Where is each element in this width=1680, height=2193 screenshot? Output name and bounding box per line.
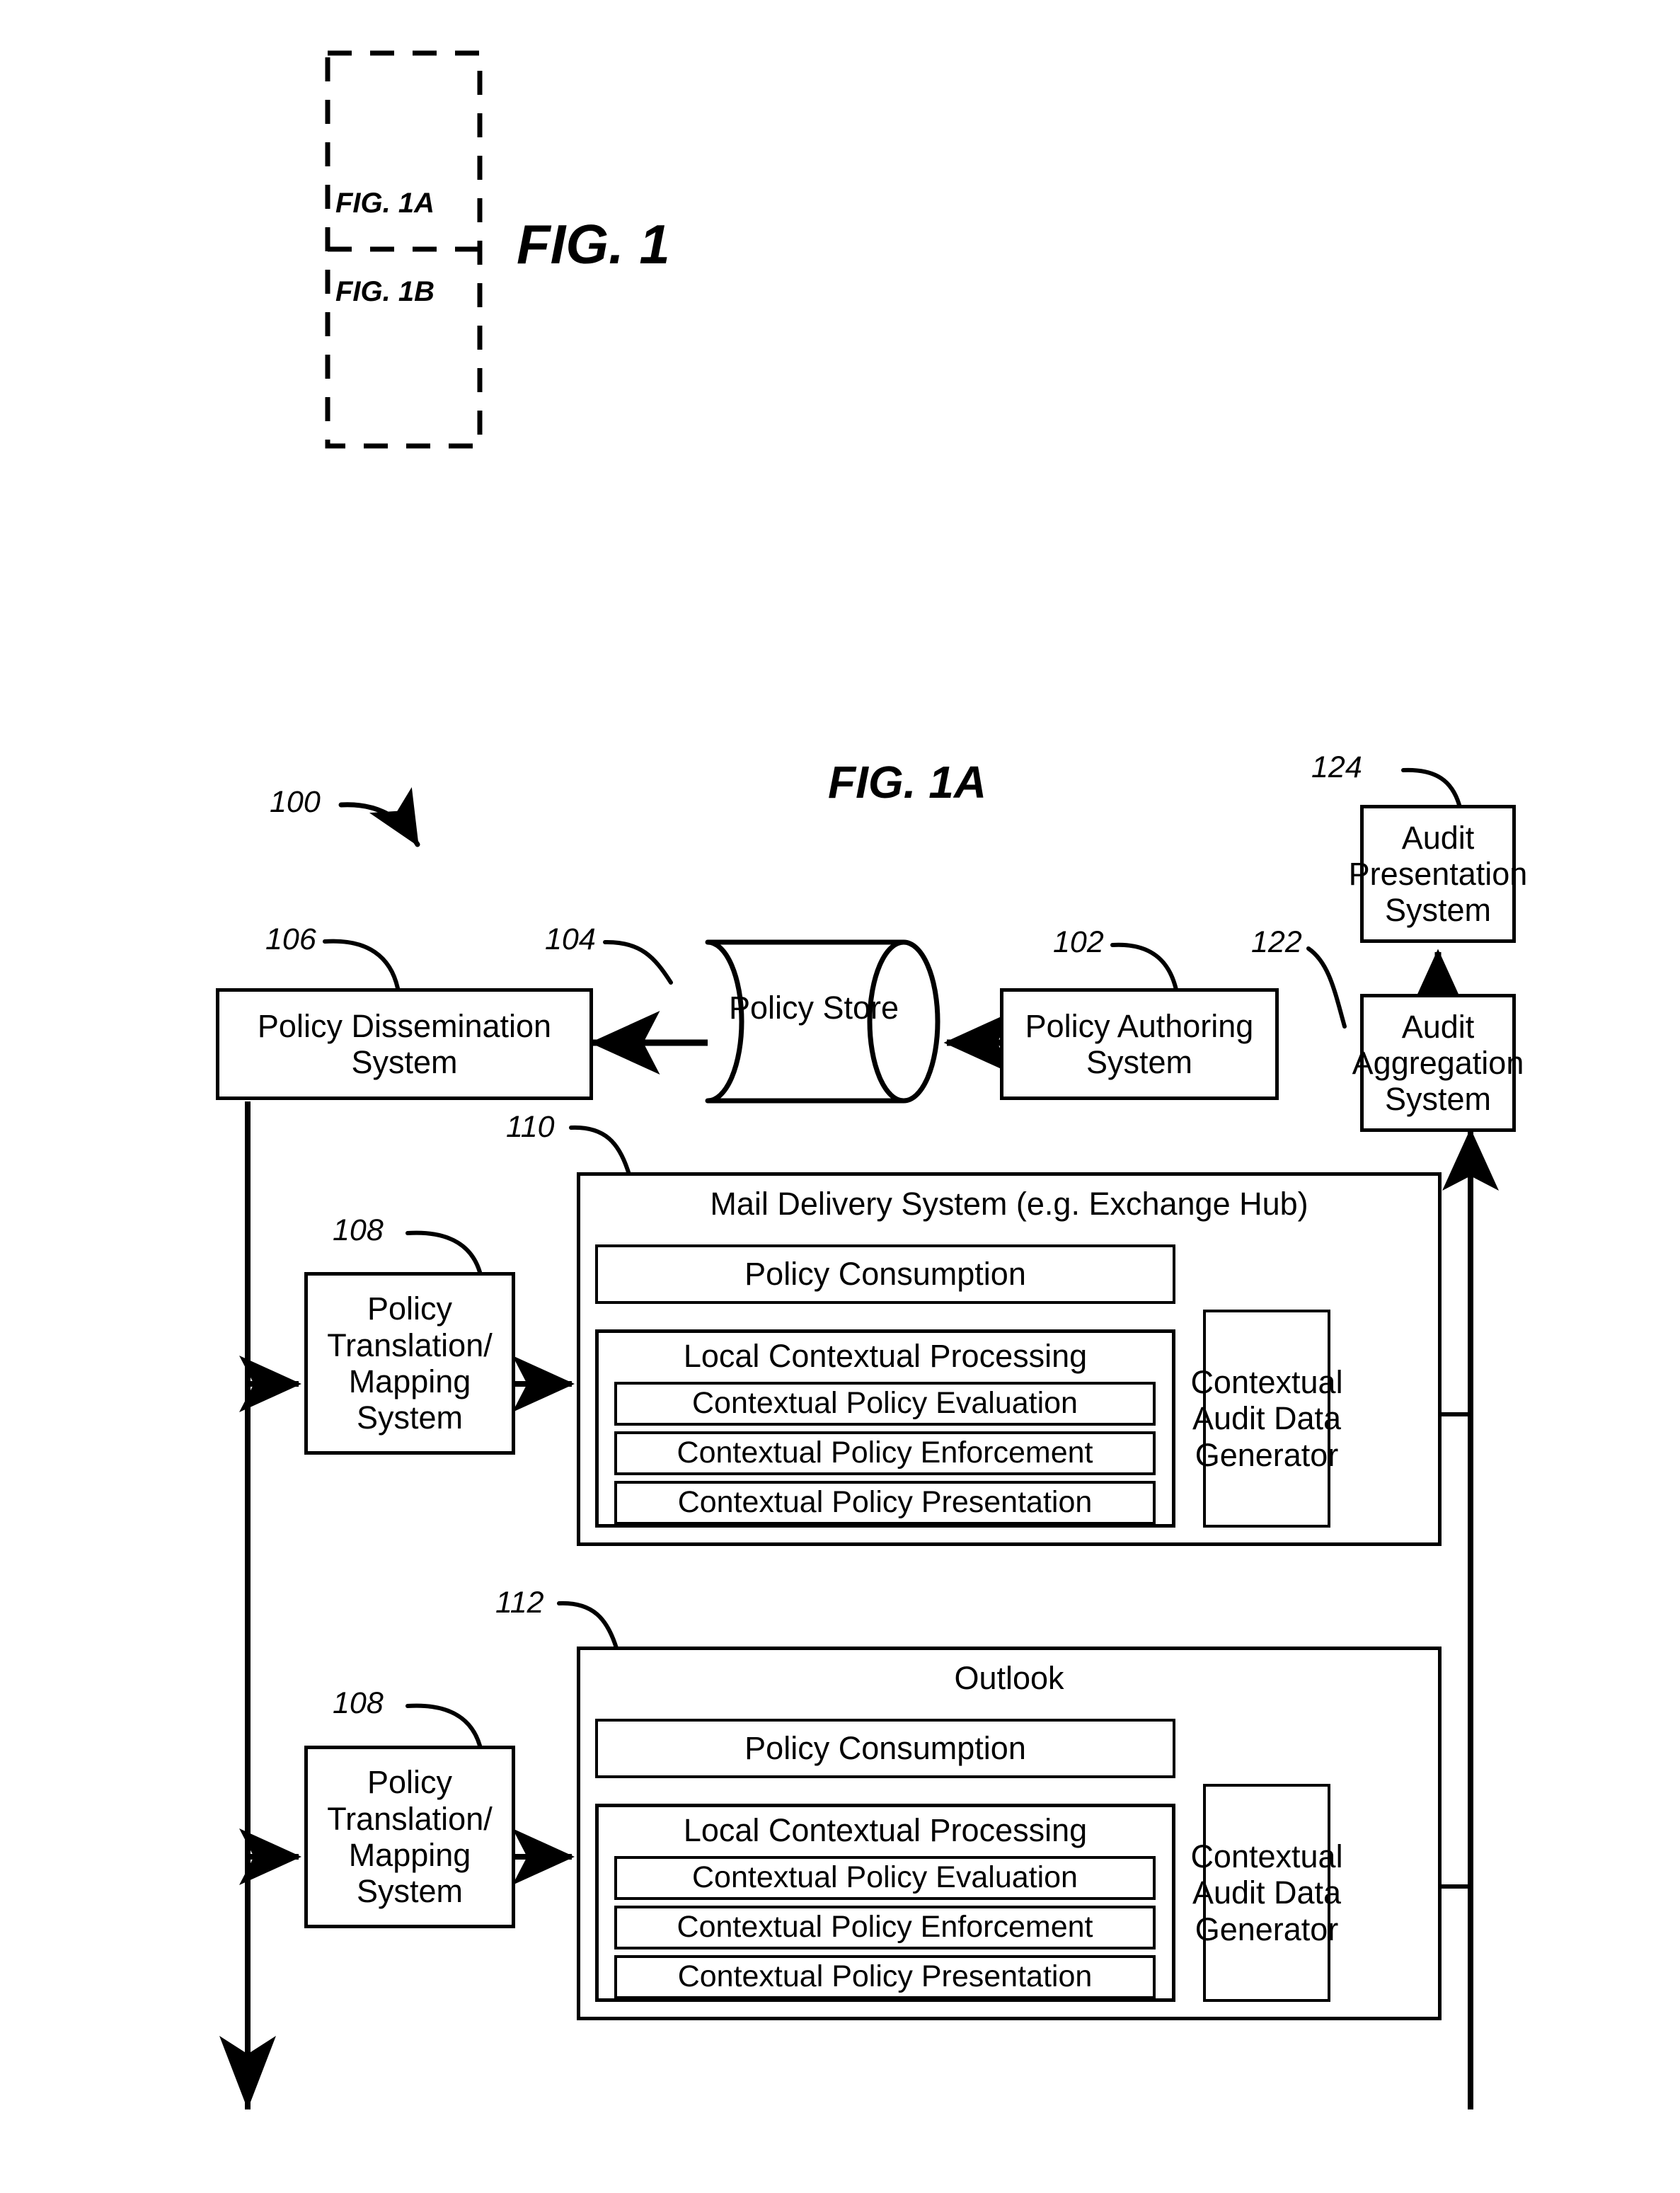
- ref-num-108-upper: 108: [333, 1213, 384, 1247]
- leader-106: [323, 939, 400, 990]
- leader-110: [569, 1125, 631, 1174]
- outlook-local-contextual-processing-title: Local Contextual Processing: [683, 1812, 1088, 1848]
- node-policy-translation-mapping-system-upper-label: Policy Translation/ Mapping System: [327, 1290, 493, 1436]
- node-audit-aggregation-system-label: Audit Aggregation System: [1352, 1008, 1524, 1118]
- client-title-outlook: Outlook: [954, 1660, 1064, 1696]
- leader-108-upper: [405, 1230, 482, 1274]
- outlook-policy-consumption-box[interactable]: Policy Consumption: [595, 1719, 1175, 1778]
- mail-delivery-local-contextual-processing-title: Local Contextual Processing: [683, 1338, 1088, 1374]
- ref-num-102: 102: [1053, 925, 1104, 959]
- leader-100: [338, 787, 420, 847]
- node-audit-presentation-system-label: Audit Presentation System: [1348, 819, 1528, 929]
- dissemination-bus: [219, 1101, 301, 2109]
- mail-delivery-contextual-policy-presentation[interactable]: Contextual Policy Presentation: [614, 1481, 1156, 1525]
- outlook-contextual-policy-presentation-label: Contextual Policy Presentation: [677, 1959, 1093, 1994]
- mail-delivery-contextual-policy-enforcement[interactable]: Contextual Policy Enforcement: [614, 1431, 1156, 1475]
- mail-delivery-policy-consumption-box[interactable]: Policy Consumption: [595, 1244, 1175, 1304]
- mail-delivery-contextual-policy-enforcement-label: Contextual Policy Enforcement: [677, 1436, 1093, 1470]
- ref-num-112: 112: [495, 1586, 544, 1620]
- outlook-contextual-policy-evaluation[interactable]: Contextual Policy Evaluation: [614, 1856, 1156, 1900]
- leader-112: [557, 1601, 619, 1650]
- node-policy-authoring-system-label: Policy Authoring System: [1025, 1007, 1254, 1080]
- leader-122: [1306, 946, 1347, 1029]
- outlook-contextual-policy-enforcement[interactable]: Contextual Policy Enforcement: [614, 1906, 1156, 1949]
- outlook-contextual-policy-presentation[interactable]: Contextual Policy Presentation: [614, 1955, 1156, 1999]
- leader-102: [1110, 942, 1178, 992]
- mail-delivery-policy-consumption-label: Policy Consumption: [744, 1256, 1026, 1293]
- node-policy-store-label: Policy Store: [728, 990, 899, 1026]
- ref-num-106: 106: [265, 922, 316, 956]
- leader-104: [603, 939, 673, 985]
- outlook-contextual-policy-enforcement-label: Contextual Policy Enforcement: [677, 1910, 1093, 1945]
- ref-num-122: 122: [1251, 925, 1302, 959]
- outlook-policy-consumption-label: Policy Consumption: [744, 1730, 1026, 1767]
- mail-delivery-contextual-audit-data-generator[interactable]: Contextual Audit Data Generator: [1190, 1310, 1343, 1528]
- outlook-contextual-audit-data-generator-label: Contextual Audit Data Generator: [1190, 1838, 1343, 1947]
- node-policy-translation-mapping-system-upper[interactable]: Policy Translation/ Mapping System: [304, 1272, 515, 1455]
- node-policy-dissemination-system[interactable]: Policy Dissemination System: [216, 988, 593, 1100]
- client-title-mail-delivery-system: Mail Delivery System (e.g. Exchange Hub): [710, 1186, 1308, 1222]
- node-audit-presentation-system[interactable]: Audit Presentation System: [1349, 805, 1527, 943]
- sheet-key-fig-1b-label: FIG. 1B: [335, 276, 435, 307]
- node-policy-dissemination-system-label: Policy Dissemination System: [257, 1007, 552, 1080]
- ref-num-104: 104: [545, 922, 596, 956]
- node-policy-translation-mapping-system-lower[interactable]: Policy Translation/ Mapping System: [304, 1746, 515, 1928]
- ref-num-110: 110: [506, 1110, 555, 1144]
- leader-124: [1401, 767, 1461, 807]
- mail-delivery-contextual-policy-presentation-label: Contextual Policy Presentation: [677, 1485, 1093, 1520]
- audit-bus: [1440, 1128, 1499, 2109]
- figure-main-title: FIG. 1: [517, 213, 670, 275]
- ref-num-124: 124: [1311, 750, 1362, 784]
- patent-figure-sheet: FIG. 1A FIG. 1B FIG. 1 FIG. 1A 100 106 1…: [0, 0, 1680, 2193]
- sheet-key-fig-1a-label: FIG. 1A: [335, 188, 435, 219]
- sheet-key-dashed-box: [325, 50, 483, 449]
- leader-108-lower: [405, 1703, 482, 1748]
- ref-num-108-lower: 108: [333, 1686, 384, 1720]
- mail-delivery-contextual-policy-evaluation[interactable]: Contextual Policy Evaluation: [614, 1382, 1156, 1426]
- node-policy-translation-mapping-system-lower-label: Policy Translation/ Mapping System: [327, 1764, 493, 1910]
- subfigure-title: FIG. 1A: [828, 757, 987, 808]
- mail-delivery-contextual-policy-evaluation-label: Contextual Policy Evaluation: [692, 1386, 1078, 1421]
- node-audit-aggregation-system[interactable]: Audit Aggregation System: [1352, 994, 1524, 1132]
- outlook-contextual-policy-evaluation-label: Contextual Policy Evaluation: [692, 1860, 1078, 1895]
- outlook-contextual-audit-data-generator[interactable]: Contextual Audit Data Generator: [1190, 1784, 1343, 2002]
- ref-num-100: 100: [270, 785, 321, 819]
- mail-delivery-contextual-audit-data-generator-label: Contextual Audit Data Generator: [1190, 1364, 1343, 1473]
- node-policy-authoring-system[interactable]: Policy Authoring System: [1000, 988, 1279, 1100]
